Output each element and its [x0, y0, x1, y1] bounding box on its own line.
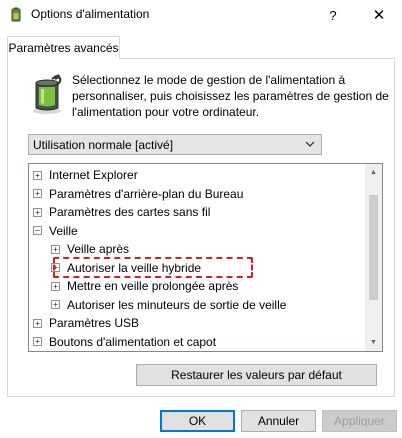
- apply-button[interactable]: Appliquer: [322, 410, 397, 432]
- tree-item-label: Paramètres USB: [49, 316, 140, 330]
- expand-plus-icon[interactable]: +: [51, 244, 60, 254]
- battery-power-icon: [33, 74, 62, 114]
- expand-plus-icon[interactable]: +: [33, 189, 42, 198]
- tree-item-label: Veille après: [67, 242, 130, 256]
- power-settings-tree[interactable]: + Internet Explorer + Paramètres d'arrière-…: [28, 163, 383, 352]
- tree-item[interactable]: − Veille: [33, 222, 78, 240]
- tree-item-label: Mettre en veille prolongée après: [67, 279, 239, 293]
- expand-plus-icon[interactable]: +: [33, 170, 42, 180]
- tree-item[interactable]: + Veille après: [51, 240, 129, 258]
- advanced-settings-panel: Sélectionnez le mode de gestion de l'ali…: [7, 58, 395, 397]
- title-bar: Options d'alimentation ? ✕: [0, 0, 402, 30]
- collapse-minus-icon[interactable]: −: [33, 226, 42, 235]
- expand-plus-icon[interactable]: +: [51, 281, 60, 291]
- scroll-down-arrow-icon[interactable]: ▼: [365, 334, 382, 351]
- power-options-icon: [11, 7, 21, 22]
- expand-plus-icon[interactable]: +: [51, 300, 60, 309]
- window-title: Options d'alimentation: [31, 7, 150, 21]
- tree-item[interactable]: + Boutons d'alimentation et capot: [33, 333, 216, 351]
- help-button[interactable]: ?: [310, 0, 356, 30]
- tree-item-label: Paramètres des cartes sans fil: [49, 205, 211, 219]
- tree-item[interactable]: + Autoriser la veille hybride: [51, 259, 201, 277]
- power-plan-value: Utilisation normale [activé]: [33, 137, 174, 152]
- tree-item-label: Boutons d'alimentation et capot: [49, 334, 217, 349]
- tree-item[interactable]: + Mettre en veille prolongée après: [51, 277, 238, 295]
- tree-scrollbar[interactable]: ▲ ▼: [365, 164, 382, 351]
- restore-defaults-button[interactable]: Restaurer les valeurs par défaut: [136, 364, 377, 386]
- close-button[interactable]: ✕: [356, 0, 402, 30]
- tree-item[interactable]: + Paramètres des cartes sans fil: [33, 203, 210, 221]
- chevron-down-icon: [305, 141, 315, 147]
- expand-plus-icon[interactable]: +: [33, 207, 42, 217]
- tree-item[interactable]: + Paramètres USB: [33, 314, 139, 332]
- tree-item-label: Autoriser les minuteurs de sortie de vei…: [67, 297, 287, 312]
- ok-button[interactable]: OK: [160, 410, 235, 432]
- tree-item[interactable]: + Internet Explorer: [33, 166, 138, 184]
- power-plan-select[interactable]: Utilisation normale [activé]: [28, 134, 322, 155]
- scroll-up-arrow-icon[interactable]: ▲: [365, 164, 382, 181]
- tree-item-label: Paramètres d'arrière-plan du Bureau: [49, 186, 244, 201]
- description-text: Sélectionnez le mode de gestion de l'ali…: [72, 73, 389, 119]
- expand-plus-icon[interactable]: +: [51, 263, 60, 272]
- cancel-button[interactable]: Annuler: [241, 410, 316, 432]
- scrollbar-thumb[interactable]: [369, 195, 378, 300]
- tab-advanced-settings[interactable]: Paramètres avancés: [7, 36, 120, 59]
- tree-item-label: Autoriser la veille hybride: [67, 260, 202, 275]
- expand-plus-icon[interactable]: +: [33, 318, 42, 328]
- tree-item-label: Veille: [49, 223, 78, 238]
- tree-item-label: Internet Explorer: [49, 168, 138, 182]
- expand-plus-icon[interactable]: +: [33, 337, 42, 346]
- tree-item[interactable]: + Paramètres d'arrière-plan du Bureau: [33, 185, 243, 203]
- tab-bar: Paramètres avancés: [0, 30, 402, 59]
- tree-item[interactable]: + Autoriser les minuteurs de sortie de ve…: [51, 296, 286, 314]
- tree-items: + Internet Explorer + Paramètres d'arrière-…: [29, 164, 365, 351]
